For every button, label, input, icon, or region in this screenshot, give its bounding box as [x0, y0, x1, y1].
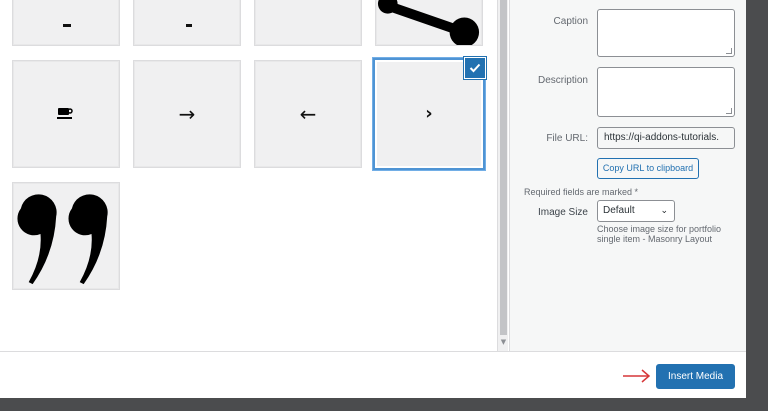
- attachment-icon: [63, 24, 71, 27]
- required-fields-note: Required fields are marked *: [524, 187, 639, 197]
- attachment-icon: [186, 24, 192, 27]
- resize-grip-icon[interactable]: [726, 48, 732, 54]
- chevron-right-icon: ›: [425, 103, 433, 124]
- arrow-right-icon: →: [178, 102, 196, 126]
- caption-label: Caption: [553, 16, 588, 27]
- resize-grip-icon[interactable]: [726, 108, 732, 114]
- image-size-select[interactable]: Default ⌄: [597, 200, 675, 222]
- scrollbar-thumb[interactable]: [500, 0, 507, 335]
- checkmark-icon: [469, 63, 481, 73]
- chevron-down-icon: ⌄: [660, 206, 668, 216]
- media-modal: → ← › ▼ Caption Description File URL: ht…: [0, 0, 746, 398]
- caption-textarea[interactable]: [597, 9, 735, 57]
- attachment-tile[interactable]: [133, 0, 241, 46]
- modal-backdrop[interactable]: [746, 0, 768, 411]
- quote-icon: [17, 194, 108, 285]
- attachment-tile[interactable]: [375, 0, 483, 46]
- file-url-label: File URL:: [546, 133, 588, 144]
- insert-media-button[interactable]: Insert Media: [656, 364, 735, 389]
- media-toolbar: Insert Media: [0, 351, 746, 398]
- attachment-tile[interactable]: [12, 182, 120, 290]
- scroll-down-arrow-icon[interactable]: ▼: [500, 338, 507, 347]
- image-size-help: Choose image size for portfolio single i…: [597, 224, 722, 244]
- attachment-tile[interactable]: →: [133, 60, 241, 168]
- attachment-details-sidebar: Caption Description File URL: https://qi…: [509, 0, 746, 351]
- image-size-value: Default: [603, 205, 635, 216]
- share-nodes-icon: [377, 0, 480, 45]
- selected-check-button[interactable]: [464, 57, 486, 79]
- image-size-label: Image Size: [537, 207, 588, 218]
- attachment-tile-selected[interactable]: ›: [373, 57, 486, 170]
- attachment-tile[interactable]: [254, 0, 362, 46]
- file-url-field[interactable]: https://qi-addons-tutorials.: [597, 127, 735, 149]
- description-textarea[interactable]: [597, 67, 735, 117]
- attachments-grid: → ← ›: [0, 0, 497, 351]
- arrow-right-icon: [623, 369, 651, 383]
- copy-url-button[interactable]: Copy URL to clipboard: [597, 158, 699, 179]
- attachment-tile[interactable]: [12, 0, 120, 46]
- arrow-left-icon: ←: [299, 102, 317, 126]
- coffee-cup-icon: [57, 108, 73, 119]
- description-label: Description: [537, 75, 588, 86]
- grid-scrollbar[interactable]: ▼: [497, 0, 508, 351]
- attachment-tile[interactable]: ←: [254, 60, 362, 168]
- attachment-tile[interactable]: [12, 60, 120, 168]
